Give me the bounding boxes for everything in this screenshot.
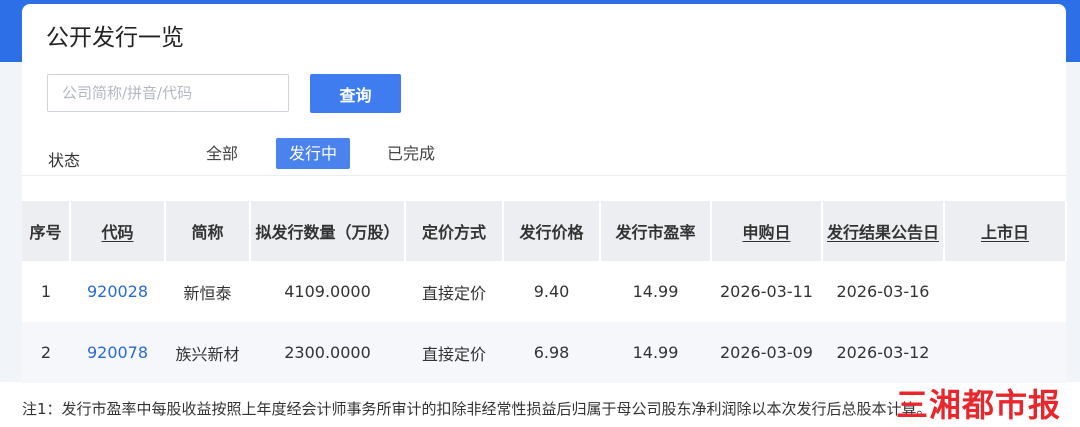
header-short-name: 简称 [165,201,251,261]
cell-index: 1 [40,282,52,301]
listing-card: 公开发行一览 查询 状态 全部 发行中 已完成 序号 代码 简称 拟发行数量（万… [22,4,1067,383]
filter-completed[interactable]: 已完成 [379,138,443,169]
filter-all[interactable]: 全部 [198,138,246,169]
page-title: 公开发行一览 [46,25,184,51]
header-index: 序号 [22,201,71,261]
divider [22,175,1066,176]
header-listing-date[interactable]: 上市日 [944,201,1067,261]
footnote: 注1：发行市盈率中每股收益按照上年度经会计师事务所审计的扣除非经常性损益后归属于… [22,400,932,418]
cell-pe-ratio: 14.99 [600,322,711,383]
status-label: 状态 [48,151,81,170]
cell-listing-date [944,261,1066,322]
query-button[interactable]: 查询 [310,74,401,113]
cell-planned-shares: 2300.0000 [250,322,405,383]
cell-listing-date [944,322,1066,383]
cell-pricing-method: 直接定价 [421,283,486,303]
table-header-row: 序号 代码 简称 拟发行数量（万股） 定价方式 发行价格 发行市盈率 申购日 发… [22,201,1067,261]
cell-pe-ratio: 14.99 [632,282,679,301]
header-subscription-date[interactable]: 申购日 [711,201,823,261]
cell-subscription-date: 2026-03-09 [711,322,822,383]
watermark-logo: 三湘都市报 [896,386,1062,424]
header-pricing-method: 定价方式 [405,201,504,261]
cell-subscription-date: 2026-03-11 [720,282,813,301]
cell-result-announcement-date: 2026-03-16 [836,282,930,301]
cell-pricing-method: 直接定价 [405,322,503,383]
cell-index: 2 [22,322,70,383]
header-issue-price: 发行价格 [503,201,601,261]
issuance-table: 序号 代码 简称 拟发行数量（万股） 定价方式 发行价格 发行市盈率 申购日 发… [22,201,1067,383]
search-input[interactable] [47,74,289,112]
header-code[interactable]: 代码 [70,201,166,261]
cell-code-link[interactable]: 920078 [70,322,165,383]
cell-issue-price: 6.98 [503,322,600,383]
header-result-announcement-date[interactable]: 发行结果公告日 [822,201,945,261]
cell-short-name: 族兴新材 [165,322,250,383]
table-row: 1 920028 新恒泰 4109.0000 直接定价 9.40 14.99 2… [22,261,1066,322]
header-pe-ratio: 发行市盈率 [600,201,712,261]
cell-short-name: 新恒泰 [183,283,232,303]
header-planned-shares: 拟发行数量（万股） [250,201,406,261]
table-row: 2 920078 族兴新材 2300.0000 直接定价 6.98 14.99 … [22,322,1066,383]
cell-planned-shares: 4109.0000 [284,282,371,301]
cell-issue-price: 9.40 [533,282,570,301]
cell-code-link[interactable]: 920028 [70,261,165,322]
filter-issuing[interactable]: 发行中 [276,138,350,169]
cell-result-announcement-date: 2026-03-12 [822,322,944,383]
